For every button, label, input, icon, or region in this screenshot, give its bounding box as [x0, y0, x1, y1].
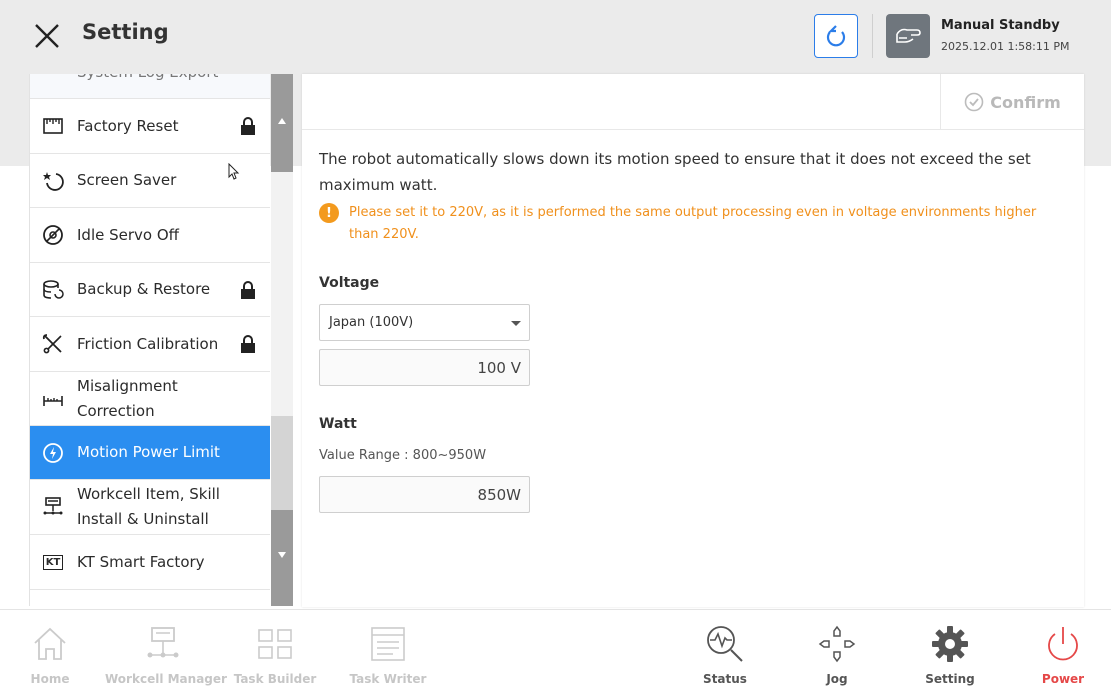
robot-mode-label: Manual Standby: [941, 18, 1060, 33]
manual-mode-icon: [886, 14, 930, 58]
factory-icon: [42, 115, 64, 137]
calibration-icon: [42, 333, 64, 355]
warning-text: Please set it to 220V, as it is performe…: [349, 205, 1037, 242]
check-circle-icon: [964, 92, 984, 112]
panel-toolbar: Confirm: [302, 74, 1084, 130]
nav-status[interactable]: Status: [690, 610, 760, 694]
voltage-label: Voltage: [319, 275, 380, 291]
sidebar-item-idle-servo-off[interactable]: Idle Servo Off: [30, 208, 270, 263]
nav-label: Home: [30, 672, 70, 686]
sidebar-item-label: Factory Reset: [77, 116, 179, 135]
lock-icon: [241, 117, 255, 135]
power-icon: [1043, 624, 1083, 664]
nav-label: Workcell Manager: [105, 672, 227, 686]
nav-workcell-manager[interactable]: Workcell Manager: [105, 610, 227, 694]
page-title: Setting: [82, 20, 169, 44]
nav-task-builder[interactable]: Task Builder: [232, 610, 318, 694]
header-divider: [872, 14, 873, 58]
label-line-1: Workcell Item, Skill: [77, 485, 220, 503]
settings-sidebar: System Log Export Factory Reset Screen S…: [29, 74, 270, 606]
mouse-cursor-icon: [228, 163, 240, 180]
nav-home[interactable]: Home: [20, 610, 80, 694]
close-button[interactable]: [30, 20, 64, 52]
lock-icon: [241, 335, 255, 353]
scroll-up-button[interactable]: [271, 74, 293, 172]
nav-label: Task Writer: [349, 672, 427, 686]
nav-label: Status: [703, 672, 747, 686]
sidebar-item-label: System Log Export: [77, 74, 218, 85]
voltage-select-value: Japan (100V): [329, 315, 414, 330]
nav-task-writer[interactable]: Task Writer: [345, 610, 431, 694]
backup-icon: [42, 279, 64, 301]
watt-label: Watt: [319, 416, 357, 432]
scroll-thumb[interactable]: [271, 416, 293, 510]
datetime-label: 2025.12.01 1:58:11 PM: [941, 40, 1070, 53]
status-icon: [705, 624, 745, 664]
sidebar-item-label: Workcell Item, Skill Install & Uninstall: [77, 482, 220, 532]
caret-down-icon: [278, 552, 286, 558]
sidebar-item-factory-reset[interactable]: Factory Reset: [30, 99, 270, 154]
sidebar-item-kt-smart-factory[interactable]: KT KT Smart Factory: [30, 535, 270, 590]
sidebar-item-system-log-export[interactable]: System Log Export: [30, 74, 270, 99]
sidebar-item-misalignment-correction[interactable]: Misalignment Correction: [30, 372, 270, 426]
sidebar-item-label: Motion Power Limit: [77, 443, 220, 461]
task-writer-icon: [368, 624, 408, 664]
screensaver-icon: [42, 170, 64, 192]
label-line-2: Correction: [77, 401, 155, 420]
header-bar: Setting Manual Standby 2025.12.01 1:58:1…: [0, 0, 1111, 70]
refresh-button[interactable]: [814, 14, 858, 58]
motion-power-limit-panel: Confirm The robot automatically slows do…: [302, 74, 1084, 607]
kt-icon: KT: [42, 551, 64, 573]
close-icon: [35, 24, 59, 48]
nav-setting[interactable]: Setting: [918, 610, 982, 694]
caret-up-icon: [278, 118, 286, 124]
description-text: The robot automatically slows down its m…: [319, 150, 1031, 194]
nav-label: Setting: [925, 672, 975, 686]
nav-label: Jog: [826, 672, 848, 686]
watt-input[interactable]: 850W: [319, 476, 530, 513]
sidebar-item-label: Friction Calibration: [77, 334, 219, 353]
nav-power[interactable]: Power: [1032, 610, 1094, 694]
sidebar-item-label: KT Smart Factory: [77, 552, 205, 571]
task-builder-icon: [255, 624, 295, 664]
nav-jog[interactable]: Jog: [805, 610, 869, 694]
workcell-manager-icon: [143, 624, 183, 664]
confirm-button[interactable]: Confirm: [940, 74, 1084, 130]
watt-range-text: Value Range : 800~950W: [319, 448, 487, 463]
servo-icon: [42, 224, 64, 246]
label-line-2: Install & Uninstall: [77, 510, 209, 528]
nav-label: Power: [1041, 672, 1085, 686]
workcell-item-icon: [42, 496, 64, 518]
chevron-down-icon: [511, 321, 521, 326]
label-line-1: Misalignment: [77, 376, 178, 395]
warning-message: ! Please set it to 220V, as it is perfor…: [319, 202, 1069, 246]
voltage-value-field: 100 V: [319, 349, 530, 386]
sidebar-item-friction-calibration[interactable]: Friction Calibration: [30, 317, 270, 372]
scroll-down-button[interactable]: [271, 510, 293, 606]
refresh-icon: [826, 25, 846, 47]
sidebar-item-workcell-item[interactable]: Workcell Item, Skill Install & Uninstall: [30, 480, 270, 535]
sidebar-item-motion-power-limit[interactable]: Motion Power Limit: [30, 426, 270, 480]
bottom-nav-bar: Home Workcell Manager Task Builder Task …: [0, 609, 1111, 694]
sidebar-item-label: Backup & Restore: [77, 280, 211, 298]
sidebar-item-label: Misalignment Correction: [77, 374, 178, 424]
jog-icon: [817, 624, 857, 664]
confirm-label: Confirm: [990, 92, 1061, 112]
sidebar-item-backup-restore[interactable]: Backup & Restore: [30, 263, 270, 317]
voltage-select[interactable]: Japan (100V): [319, 304, 530, 341]
nav-label: Task Builder: [233, 672, 317, 686]
home-icon: [30, 624, 70, 664]
warning-icon: !: [319, 203, 339, 223]
lock-icon: [241, 280, 255, 299]
ruler-icon: [42, 388, 64, 410]
gear-icon: [930, 624, 970, 664]
sidebar-scrollbar[interactable]: [271, 74, 293, 606]
power-limit-icon: [42, 442, 64, 464]
sidebar-item-label: Screen Saver: [77, 171, 177, 189]
sidebar-item-label: Idle Servo Off: [77, 225, 179, 244]
kt-icon-text: KT: [42, 554, 64, 570]
